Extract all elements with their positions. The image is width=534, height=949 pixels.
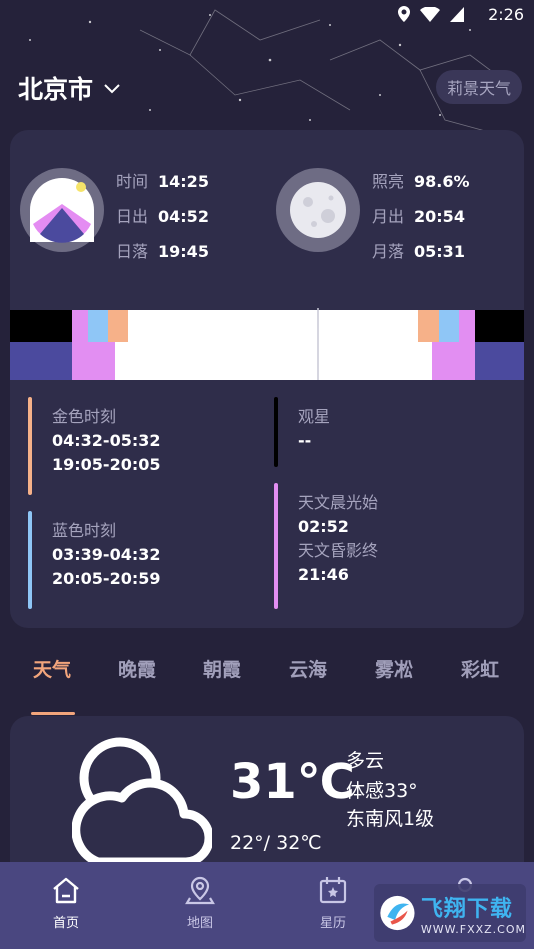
sun-info: 时间 14:25 日出 04:52 日落 19:45 [116, 164, 209, 269]
sunset-value: 19:45 [158, 242, 209, 261]
moonset-label: 月落 [372, 242, 405, 261]
city-selector[interactable]: 北京市 [18, 70, 121, 106]
brand-label: 莉景天气 [446, 79, 511, 98]
moonrise-value: 20:54 [414, 207, 465, 226]
chevron-down-icon [104, 84, 120, 94]
sun-dial [20, 168, 104, 252]
tab-rainbow[interactable]: 彩虹 [461, 655, 499, 682]
watermark: 飞翔下载 WWW.FXXZ.COM [374, 884, 526, 942]
golden-hour-bar [28, 397, 32, 495]
stargazing-bar [274, 397, 278, 467]
golden-hour-title: 金色时刻 [52, 407, 117, 426]
astronomical-dusk-value: 21:46 [298, 565, 349, 584]
illumination-value: 98.6% [414, 172, 470, 191]
golden-hour-morning: 04:32-05:32 [52, 431, 161, 450]
weather-condition: 多云 [346, 750, 385, 772]
watermark-url: WWW.FXXZ.COM [420, 922, 526, 936]
nav-map-label: 地图 [186, 916, 213, 931]
temperature-range: 22°/ 32℃ [230, 832, 322, 854]
moon-dial [276, 168, 360, 252]
astronomical-dusk-label: 天文昏影终 [298, 541, 379, 560]
wifi-icon [420, 6, 440, 22]
tab-sunset-glow[interactable]: 晚霞 [118, 655, 156, 682]
tab-rime[interactable]: 雾凇 [375, 655, 413, 682]
golden-hour-evening: 19:05-20:05 [52, 455, 161, 474]
moonset-value: 05:31 [414, 242, 465, 261]
nav-calendar-label: 星历 [319, 916, 346, 931]
location-icon [398, 6, 410, 22]
blue-hour-morning: 03:39-04:32 [52, 545, 161, 564]
brand-badge[interactable]: 莉景天气 [435, 70, 522, 104]
nav-calendar[interactable]: 星历 [298, 874, 368, 931]
astronomical-dawn-value: 02:52 [298, 517, 349, 536]
status-time: 2:26 [488, 5, 524, 24]
status-icons [398, 6, 464, 22]
tab-sea-of-clouds[interactable]: 云海 [289, 655, 327, 682]
moon-phase-icon [290, 182, 346, 238]
astronomical-twilight-bar [274, 483, 278, 609]
status-bar: 2:26 [0, 0, 534, 30]
sunset-label: 日落 [116, 242, 149, 261]
tab-sunrise-glow[interactable]: 朝霞 [203, 655, 241, 682]
blue-hour-bar [28, 511, 32, 609]
stargazing: 观星 -- [274, 397, 514, 467]
sunrise-value: 04:52 [158, 207, 209, 226]
category-tabs: 天气 晚霞 朝霞 云海 雾凇 彩虹 [0, 655, 534, 715]
blue-hour-evening: 20:05-20:59 [52, 569, 161, 588]
illumination-label: 照亮 [372, 172, 405, 191]
nav-home-label: 首页 [52, 916, 79, 931]
tab-weather[interactable]: 天气 [33, 655, 71, 682]
current-time-value: 14:25 [158, 172, 209, 191]
watermark-logo [380, 895, 415, 931]
moonrise-label: 月出 [372, 207, 405, 226]
calendar-icon [319, 877, 347, 904]
wind: 东南风1级 [346, 808, 435, 830]
stargazing-title: 观星 [298, 407, 331, 426]
blue-hour: 蓝色时刻 03:39-04:32 20:05-20:59 [28, 511, 268, 609]
signal-icon [450, 6, 464, 22]
sun-moon-card: 时间 14:25 日出 04:52 日落 19:45 照亮 98.6% 月出 20:54 … [10, 130, 524, 628]
feels-like: 体感33° [346, 780, 418, 802]
stargazing-value: -- [298, 431, 312, 450]
watermark-title: 飞翔下载 [420, 896, 513, 922]
partly-cloudy-icon [72, 737, 212, 866]
home-icon [53, 877, 79, 904]
temperature: 31℃ [230, 754, 355, 810]
golden-hour: 金色时刻 04:32-05:32 19:05-20:05 [28, 397, 268, 495]
sun-position-icon [30, 178, 94, 243]
daylight-timeline [10, 308, 524, 380]
moon-info: 照亮 98.6% 月出 20:54 月落 05:31 [372, 164, 470, 269]
city-name: 北京市 [18, 75, 94, 104]
time-label: 时间 [116, 172, 149, 191]
nav-map[interactable]: 地图 [165, 874, 235, 931]
astronomical-twilight: 天文晨光始 02:52 天文昏影终 21:46 [274, 483, 514, 609]
sunrise-label: 日出 [116, 207, 149, 226]
blue-hour-title: 蓝色时刻 [52, 521, 117, 540]
nav-home[interactable]: 首页 [31, 874, 101, 931]
active-tab-indicator [31, 712, 75, 715]
astronomical-dawn-label: 天文晨光始 [298, 493, 379, 512]
map-pin-icon [185, 876, 215, 905]
